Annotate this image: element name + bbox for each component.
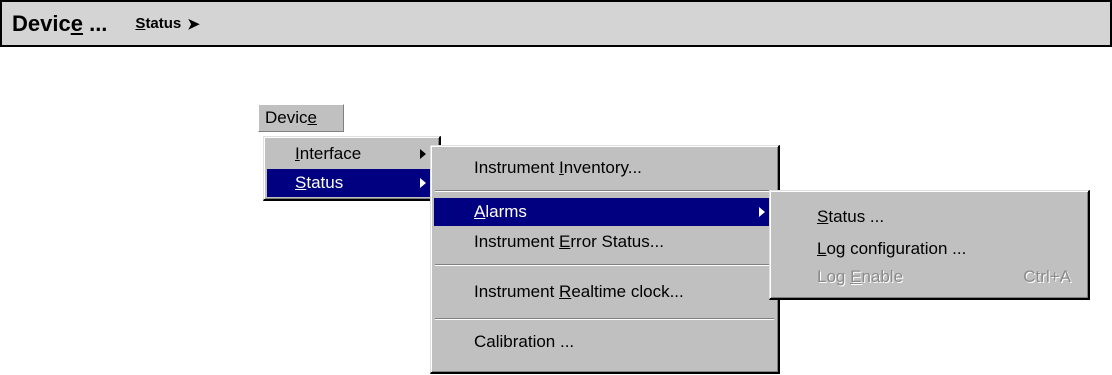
- menu-item-label: Instrument Error Status...: [474, 232, 664, 251]
- menu-separator: [435, 190, 774, 192]
- menu-item-label: Interface: [295, 144, 362, 163]
- menu-item-instrument-error-status[interactable]: Instrument Error Status...: [434, 228, 775, 256]
- menu-item-alarms[interactable]: Alarms: [434, 198, 775, 226]
- menu-item-label: Status ...: [817, 207, 885, 226]
- menu-item-alarm-status[interactable]: Status ...: [773, 203, 1085, 231]
- menu-item-calibration[interactable]: Calibration ...: [434, 328, 775, 356]
- menu-separator: [435, 264, 774, 266]
- submenu-arrow-icon: [759, 207, 765, 217]
- menu-item-log-enable[interactable]: Log Enable Ctrl+A: [773, 263, 1085, 291]
- submenu-arrow-icon: [420, 178, 426, 188]
- arrow-icon: ➤: [187, 15, 200, 33]
- menu-item-label: Alarms: [474, 202, 527, 221]
- header-title: Device ...: [12, 10, 108, 36]
- menu-item-interface[interactable]: Interface: [267, 140, 436, 168]
- menu-device[interactable]: Devic e: [258, 104, 344, 132]
- menu-item-label: Log configuration ...: [817, 239, 967, 258]
- device-menu: Interface Status: [263, 136, 441, 201]
- alarms-submenu: Status ... Log configuration ... Log Ena…: [769, 190, 1090, 300]
- header-subtitle: Status: [135, 15, 182, 32]
- submenu-arrow-icon: [420, 149, 426, 159]
- status-submenu: Instrument Inventory... Alarms Instrumen…: [430, 145, 780, 374]
- menu-item-label: Status: [295, 173, 344, 192]
- menu-item-instrument-realtime-clock[interactable]: Instrument Realtime clock...: [434, 278, 775, 306]
- menu-separator: [435, 318, 774, 320]
- menu-item-label: Log Enable: [817, 267, 904, 286]
- menu-item-label: Calibration ...: [474, 332, 575, 351]
- menu-item-status[interactable]: Status: [267, 169, 436, 197]
- menu-item-label: Instrument Realtime clock...: [474, 282, 684, 301]
- menu-item-label: Instrument Inventory...: [474, 158, 642, 177]
- menu-item-instrument-inventory[interactable]: Instrument Inventory...: [434, 154, 775, 182]
- shortcut-label: Ctrl+A: [1023, 267, 1071, 286]
- header-bar: Device ... Status ➤: [0, 0, 1112, 47]
- menu-item-log-configuration[interactable]: Log configuration ...: [773, 235, 1085, 263]
